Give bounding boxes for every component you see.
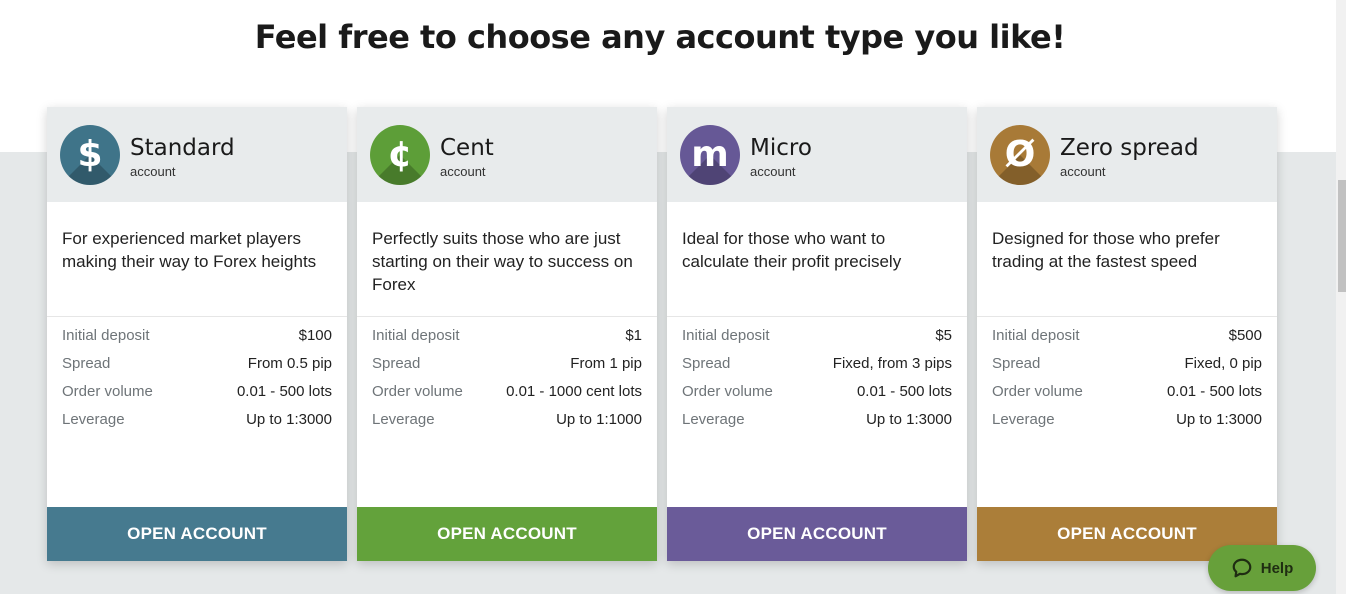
spec-value: Up to 1:1000 [556,411,642,428]
spec-value: From 0.5 pip [247,355,332,372]
spec-row: Leverage Up to 1:3000 [682,408,952,436]
spec-value: $1 [625,327,642,344]
scrollbar-track[interactable] [1336,0,1346,594]
open-account-button-micro[interactable]: OPEN ACCOUNT [667,507,967,561]
spec-row: Initial deposit $5 [682,324,952,352]
spec-label: Order volume [992,383,1083,400]
spec-value: Up to 1:3000 [1176,411,1262,428]
help-button[interactable]: Help [1208,545,1316,591]
divider [667,316,967,317]
badge-glyph: Ø [1004,134,1036,175]
spec-value: Fixed, 0 pip [1184,355,1262,372]
spec-row: Order volume 0.01 - 500 lots [62,380,332,408]
card-description: Perfectly suits those who are just start… [372,229,633,294]
card-title: Cent [440,135,494,161]
spec-row: Spread From 0.5 pip [62,352,332,380]
divider [47,316,347,317]
spec-value: 0.01 - 500 lots [236,383,332,400]
zero-slash-icon: Ø [990,125,1050,185]
spec-row: Order volume 0.01 - 1000 cent lots [372,380,642,408]
card-header: m Micro account [667,107,967,202]
spec-value: Up to 1:3000 [866,411,952,428]
spec-value: $100 [298,327,332,344]
spec-row: Order volume 0.01 - 500 lots [992,380,1262,408]
spec-label: Initial deposit [992,327,1080,344]
spec-value: 0.01 - 500 lots [856,383,952,400]
spec-row: Spread Fixed, 0 pip [992,352,1262,380]
account-card-cent: ¢ Cent account Perfectly suits those who… [357,107,657,561]
scrollbar-thumb[interactable] [1338,180,1346,292]
card-title: Standard [130,135,235,161]
spec-label: Order volume [682,383,773,400]
spec-label: Spread [992,355,1041,372]
card-title: Micro [750,135,812,161]
badge-glyph: $ [77,134,103,175]
spec-label: Leverage [682,411,745,428]
card-subtitle: account [440,164,486,179]
divider [977,316,1277,317]
spec-label: Spread [62,355,111,372]
card-header: ¢ Cent account [357,107,657,202]
badge-glyph: ¢ [387,134,413,175]
spec-label: Order volume [62,383,153,400]
spec-value: From 1 pip [570,355,642,372]
card-title: Zero spread [1060,135,1199,161]
card-subtitle: account [750,164,796,179]
spec-list: Initial deposit $500 Spread Fixed, 0 pip O… [992,324,1262,436]
help-label: Help [1260,559,1294,577]
card-header: $ Standard account [47,107,347,202]
spec-row: Leverage Up to 1:1000 [372,408,642,436]
card-subtitle: account [1060,164,1106,179]
page-headline: Feel free to choose any account type you… [254,18,1066,56]
spec-label: Spread [682,355,731,372]
card-description: For experienced market players making th… [62,229,317,271]
divider [357,316,657,317]
card-header: Ø Zero spread account [977,107,1277,202]
spec-label: Initial deposit [62,327,150,344]
spec-label: Leverage [992,411,1055,428]
spec-row: Initial deposit $1 [372,324,642,352]
spec-label: Leverage [62,411,125,428]
spec-label: Leverage [372,411,435,428]
spec-row: Initial deposit $100 [62,324,332,352]
spec-label: Initial deposit [682,327,770,344]
account-card-micro: m Micro account Ideal for those who want… [667,107,967,561]
spec-row: Leverage Up to 1:3000 [992,408,1262,436]
spec-label: Order volume [372,383,463,400]
micro-m-icon: m [680,125,740,185]
spec-row: Order volume 0.01 - 500 lots [682,380,952,408]
card-subtitle: account [130,164,176,179]
spec-value: 0.01 - 500 lots [1166,383,1262,400]
spec-label: Initial deposit [372,327,460,344]
cent-icon: ¢ [370,125,430,185]
card-description: Designed for those who prefer trading at… [992,229,1220,271]
badge-glyph: m [691,134,729,175]
spec-value: $5 [935,327,952,344]
spec-value: Up to 1:3000 [246,411,332,428]
spec-list: Initial deposit $5 Spread Fixed, from 3 pi… [682,324,952,436]
spec-value: 0.01 - 1000 cent lots [506,383,642,400]
open-account-button-cent[interactable]: OPEN ACCOUNT [357,507,657,561]
spec-row: Leverage Up to 1:3000 [62,408,332,436]
spec-value: $500 [1228,327,1262,344]
card-description: Ideal for those who want to calculate th… [682,229,902,271]
spec-row: Initial deposit $500 [992,324,1262,352]
dollar-icon: $ [60,125,120,185]
spec-row: Spread Fixed, from 3 pips [682,352,952,380]
account-card-zero-spread: Ø Zero spread account Designed for those… [977,107,1277,561]
spec-list: Initial deposit $100 Spread From 0.5 pip O… [62,324,332,436]
account-card-standard: $ Standard account For experienced marke… [47,107,347,561]
spec-list: Initial deposit $1 Spread From 1 pip Order… [372,324,642,436]
spec-label: Spread [372,355,421,372]
spec-row: Spread From 1 pip [372,352,642,380]
chat-bubble-icon [1232,558,1252,578]
spec-value: Fixed, from 3 pips [832,355,952,372]
open-account-button-standard[interactable]: OPEN ACCOUNT [47,507,347,561]
